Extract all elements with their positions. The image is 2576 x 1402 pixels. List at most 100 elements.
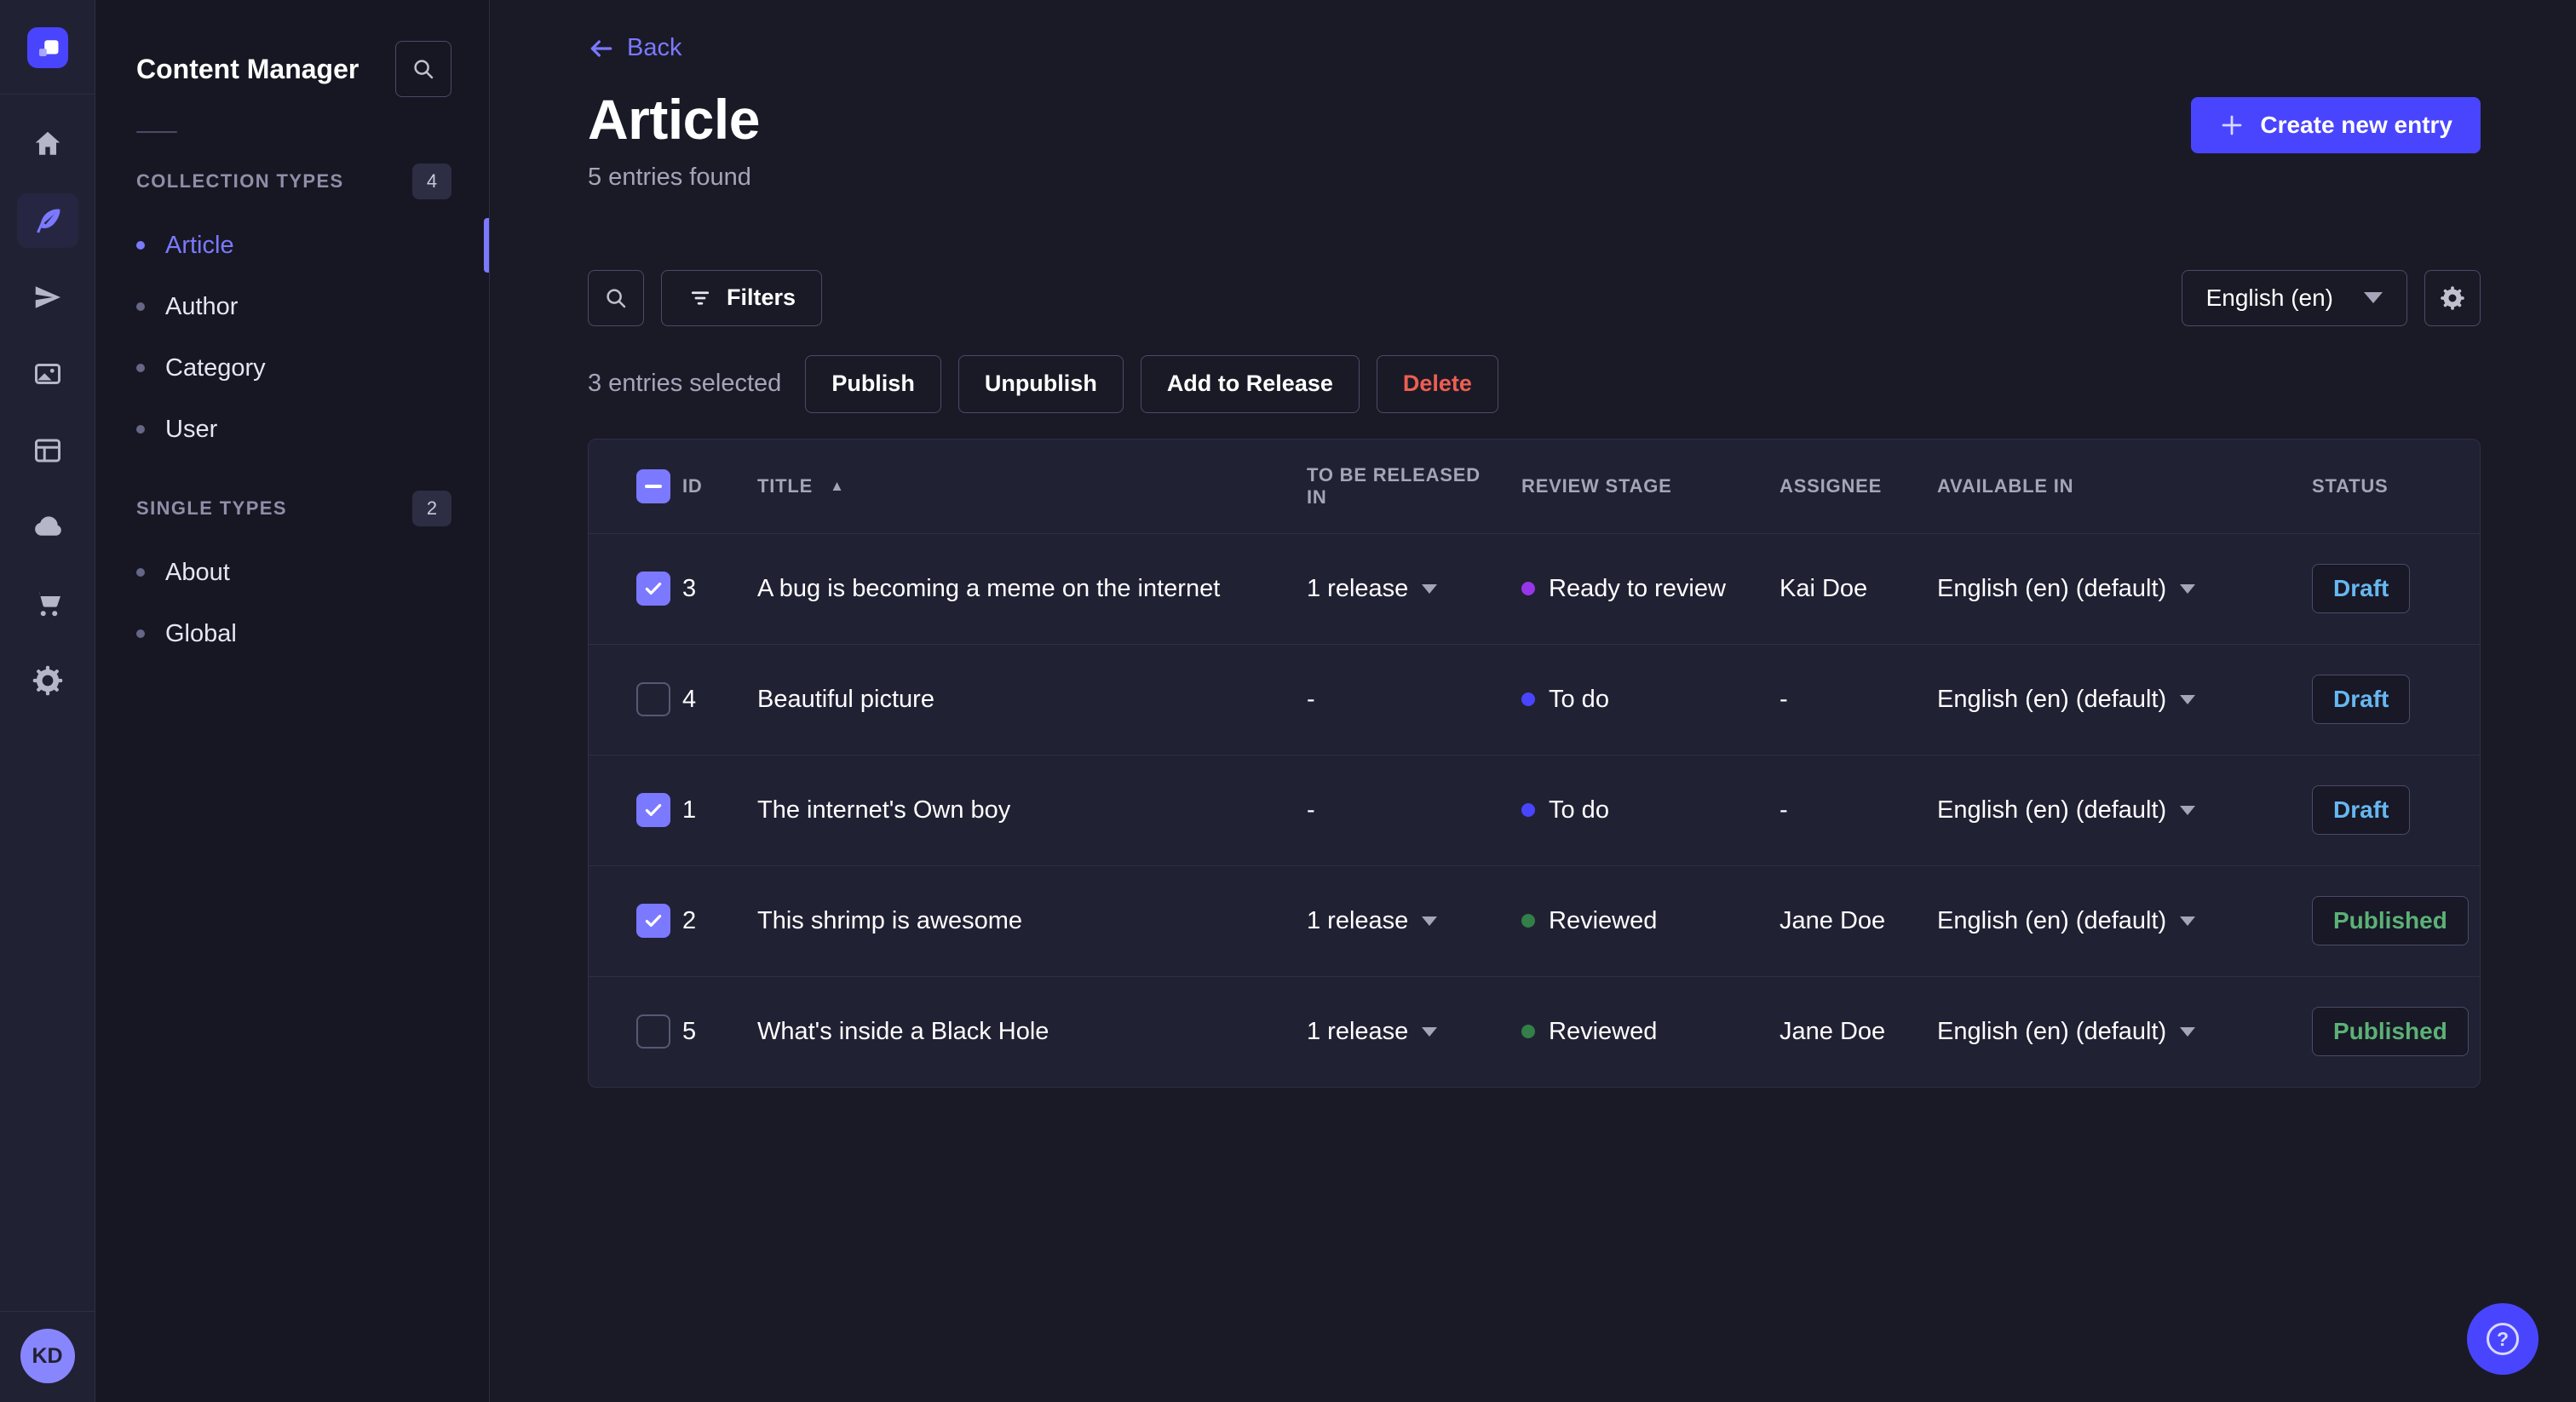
locale-value: English (en) (default) [1937,685,2167,713]
nav-content-type-builder-icon[interactable] [17,423,78,478]
stage-label: Ready to review [1549,574,1726,602]
chevron-down-icon [2180,694,2196,704]
locale-select[interactable]: English (en) [2181,269,2407,326]
cell-review-stage: To do [1504,796,1762,825]
bullet-icon [136,241,145,250]
cell-status: Published [2295,896,2480,945]
view-settings-button[interactable] [2424,269,2481,326]
nav-releases-icon[interactable] [17,270,78,325]
table-row[interactable]: 3 A bug is becoming a meme on the interne… [589,532,2480,644]
row-checkbox[interactable] [636,793,670,827]
sidebar-item-user[interactable]: User [95,399,489,460]
assignee-name: Jane Doe [1780,906,1886,934]
row-checkbox[interactable] [636,572,670,606]
sidebar-item-label: Author [165,292,239,320]
rail-bottom: KD [0,1311,95,1402]
row-checkbox[interactable] [636,682,670,716]
locale-value: English (en) (default) [1937,574,2167,602]
column-header-available[interactable]: AVAILABLE IN [1920,475,2295,497]
cell-checkbox [589,572,682,606]
cell-available-in[interactable]: English (en) (default) [1920,796,2295,825]
table-row[interactable]: 1 The internet's Own boy - To do - English (e… [589,754,2480,865]
column-header-assignee[interactable]: ASSIGNEE [1762,475,1920,497]
cell-available-in[interactable]: English (en) (default) [1920,907,2295,935]
nav-media-library-icon[interactable] [17,347,78,401]
nav-settings-icon[interactable] [17,653,78,708]
cell-checkbox [589,793,682,827]
cell-release[interactable]: 1 release [1290,907,1504,935]
table-row[interactable]: 5 What's inside a Black Hole 1 release Revi… [589,975,2480,1087]
create-entry-button[interactable]: Create new entry [2191,96,2481,153]
subnav-sections: COLLECTION TYPES 4 Article Author Category Us… [95,164,489,664]
sidebar-item-author[interactable]: Author [95,276,489,337]
cell-release[interactable]: 1 release [1290,1018,1504,1046]
back-link[interactable]: Back [588,34,681,62]
subnav-search-button[interactable] [395,41,451,97]
page-title: Article [588,87,760,151]
subnav-section: SINGLE TYPES 2 About Global [95,491,489,664]
column-header-released[interactable]: TO BE RELEASED IN [1290,464,1504,509]
row-checkbox[interactable] [636,1014,670,1049]
cell-id: 5 [682,1018,757,1046]
search-icon [414,60,434,79]
release-value: 1 release [1307,906,1409,934]
cell-checkbox [589,1014,682,1049]
strapi-logo[interactable] [26,27,68,68]
locale-value: English (en) [2205,284,2333,311]
assignee-name: - [1780,796,1788,824]
entry-id: 2 [682,906,697,934]
cell-title: What's inside a Black Hole [757,1018,1290,1046]
nav-marketplace-icon[interactable] [17,577,78,631]
search-button[interactable] [588,269,644,326]
sidebar-item-global[interactable]: Global [95,603,489,664]
column-header-stage[interactable]: REVIEW STAGE [1504,475,1762,497]
release-value: 1 release [1307,1017,1409,1045]
sidebar-item-about[interactable]: About [95,542,489,603]
locale-value: English (en) (default) [1937,1017,2167,1045]
row-checkbox[interactable] [636,904,670,938]
check-icon [645,914,662,928]
entry-id: 4 [682,685,697,713]
chevron-down-icon [1422,1026,1438,1037]
section-label: COLLECTION TYPES [136,170,344,192]
entry-title: What's inside a Black Hole [757,1017,1049,1045]
sidebar-item-article[interactable]: Article [95,215,489,276]
user-avatar[interactable]: KD [20,1329,75,1383]
cell-available-in[interactable]: English (en) (default) [1920,575,2295,603]
stage-dot-icon [1521,1025,1535,1038]
select-all-checkbox[interactable] [636,468,670,503]
column-header-status[interactable]: STATUS [2295,475,2480,497]
subnav-section: COLLECTION TYPES 4 Article Author Category Us… [95,164,489,460]
delete-button[interactable]: Delete [1376,354,1498,413]
sidebar-item-category[interactable]: Category [95,337,489,399]
column-header-title[interactable]: TITLE ▲ [757,475,1290,497]
back-arrow-icon [590,39,612,57]
cell-available-in[interactable]: English (en) (default) [1920,1018,2295,1046]
selection-count: 3 entries selected [588,370,782,397]
status-badge: Draft [2312,785,2411,835]
filters-button[interactable]: Filters [661,269,823,326]
nav-deploy-icon[interactable] [17,500,78,554]
entry-title: The internet's Own boy [757,796,1011,824]
release-value: - [1307,796,1315,824]
stage-label: Reviewed [1549,1017,1658,1045]
stage-dot-icon [1521,692,1535,706]
nav-home-icon[interactable] [17,117,78,171]
selection-actions: Publish Unpublish Add to Release Delete [805,354,1498,413]
table-row[interactable]: 2 This shrimp is awesome 1 release Reviewed… [589,865,2480,976]
cell-id: 4 [682,686,757,714]
table-row[interactable]: 4 Beautiful picture - To do - English (en) (d… [589,643,2480,755]
add-to-release-button[interactable]: Add to Release [1140,354,1360,413]
cell-title: A bug is becoming a meme on the internet [757,575,1290,603]
help-button[interactable]: ? [2467,1303,2539,1375]
publish-button[interactable]: Publish [805,354,941,413]
cell-status: Draft [2295,564,2480,613]
nav-content-manager-icon[interactable] [16,193,78,248]
column-header-id[interactable]: ID [682,475,757,497]
cell-available-in[interactable]: English (en) (default) [1920,686,2295,714]
rail-divider [0,94,95,95]
cell-release[interactable]: 1 release [1290,575,1504,603]
bullet-icon [136,302,145,311]
bullet-icon [136,629,145,638]
unpublish-button[interactable]: Unpublish [957,354,1124,413]
